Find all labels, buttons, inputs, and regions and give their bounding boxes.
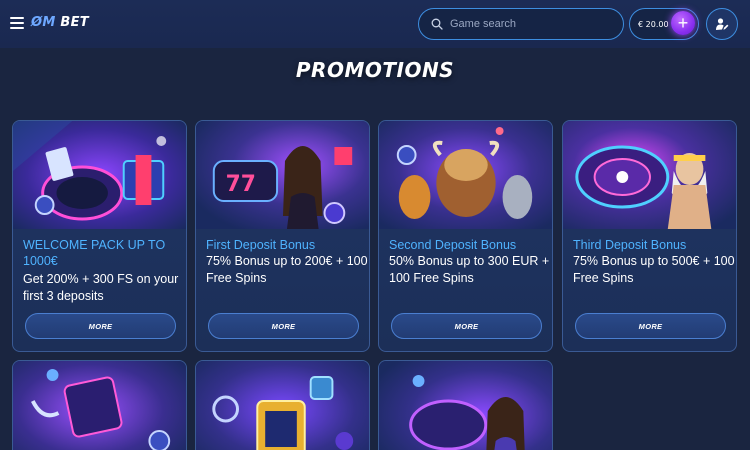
promo-title: First Deposit Bonus	[206, 238, 316, 252]
promo-description: 50% Bonus up to 300 EUR + 100 Free Spins	[389, 254, 550, 285]
promo-description: Get 200% + 300 FS on your first 3 deposi…	[23, 272, 179, 303]
promo-card-row2-1[interactable]	[12, 360, 187, 450]
top-header: ØM BET € 20.00 +	[0, 0, 750, 48]
promo-card-second-deposit[interactable]: Second Deposit Bonus 50% Bonus up to 300…	[378, 120, 553, 352]
promo-card-row2-2[interactable]	[195, 360, 370, 450]
promo-card-first-deposit[interactable]: 77 First Deposit Bonus 75% Bonus up to 2…	[195, 120, 370, 352]
user-profile-icon	[716, 18, 729, 30]
promo-title: WELCOME PACK UP TO 1000€	[23, 238, 166, 268]
promo-card-third-deposit[interactable]: Third Deposit Bonus 75% Bonus up to 500€…	[562, 120, 737, 352]
promo-description: 75% Bonus up to 500€ + 100 Free Spins	[573, 254, 735, 285]
plus-icon[interactable]: +	[671, 11, 695, 35]
promo-image-second-deposit	[379, 121, 552, 229]
game-search-box[interactable]	[418, 8, 624, 40]
balance-amount: € 20.00	[638, 19, 669, 29]
search-icon	[431, 18, 443, 30]
user-profile-button[interactable]	[706, 8, 738, 40]
more-button[interactable]: MORE	[391, 313, 542, 339]
promo-image-third-deposit	[563, 121, 736, 229]
site-logo[interactable]: ØM BET	[31, 15, 89, 30]
logo-mark: ØM	[31, 15, 56, 30]
promo-title: Third Deposit Bonus	[573, 238, 687, 252]
hamburger-menu-icon[interactable]	[10, 17, 24, 29]
promo-card-row2-3[interactable]	[378, 360, 553, 450]
promo-title: Second Deposit Bonus	[389, 238, 517, 252]
promo-card-welcome[interactable]: WELCOME PACK UP TO 1000€ Get 200% + 300 …	[12, 120, 187, 352]
promo-image	[13, 361, 186, 450]
logo-text: BET	[55, 15, 89, 30]
more-button[interactable]: MORE	[575, 313, 726, 339]
more-button[interactable]: MORE	[25, 313, 176, 339]
balance-widget[interactable]: € 20.00 +	[629, 8, 699, 40]
search-input[interactable]	[450, 18, 610, 30]
promo-description: 75% Bonus up to 200€ + 100 Free Spins	[206, 254, 368, 285]
promo-image	[379, 361, 552, 450]
svg-text:77: 77	[226, 172, 256, 197]
promo-image-welcome	[13, 121, 186, 229]
page-title: PROMOTIONS	[295, 58, 455, 82]
more-button[interactable]: MORE	[208, 313, 359, 339]
promo-image	[196, 361, 369, 450]
promo-image-first-deposit: 77	[196, 121, 369, 229]
